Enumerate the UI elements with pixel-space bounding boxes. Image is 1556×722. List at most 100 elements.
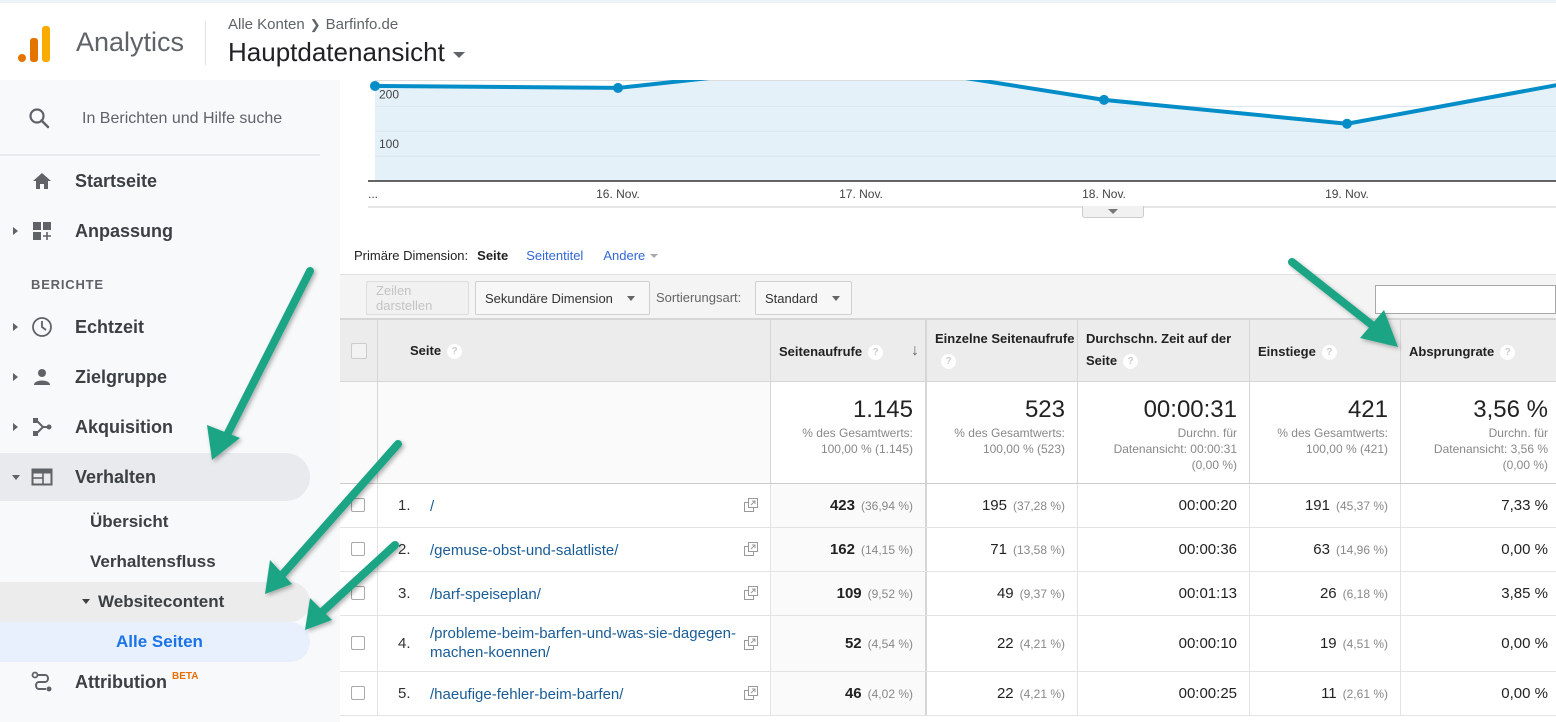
table-row: 3. /barf-speiseplan/109 (9,52 %) 49 (9,37 %)… (340, 572, 1556, 616)
primary-dimension-label: Primäre Dimension: (354, 248, 469, 263)
sidebar-item-label: Echtzeit (75, 316, 145, 337)
sidebar-item-echtzeit[interactable]: Echtzeit (0, 303, 310, 351)
sidebar-item-startseite[interactable]: Startseite (0, 157, 310, 205)
breadcrumb-property[interactable]: Barfinfo.de (326, 16, 399, 33)
breadcrumb-account[interactable]: Alle Konten (228, 16, 305, 33)
sidebar-subitem-alle-seiten[interactable]: Alle Seiten (0, 622, 310, 662)
sidebar-item-akquisition[interactable]: Akquisition (0, 403, 310, 451)
dashboard-add-icon (31, 220, 53, 242)
data-point (1099, 94, 1109, 105)
help-icon[interactable]: ? (868, 345, 884, 361)
sidebar-subitem-websitecontent[interactable]: Websitecontent (0, 582, 310, 622)
sidebar-item-verhalten[interactable]: Verhalten (0, 453, 310, 501)
chevron-right-icon: ❯ (309, 16, 321, 32)
column-header-unique-pageviews[interactable]: Einzelne Seitenaufrufe? (927, 320, 1078, 381)
entrances-cell: 11 (2,61 %) (1321, 685, 1388, 702)
y-tick-label: 100 (379, 137, 399, 151)
x-tick-label: 16. Nov. (596, 187, 640, 201)
breadcrumb[interactable]: Alle Konten ❯ Barfinfo.de (228, 16, 398, 33)
expand-arrow-icon (13, 227, 18, 235)
analytics-logo-icon[interactable] (18, 24, 52, 62)
bounce-rate-cell: 0,00 % (1501, 635, 1548, 652)
pageviews-cell: 162 (14,15 %) (829, 541, 913, 558)
column-label: Seitenaufrufe (779, 344, 863, 359)
primary-dimension-bar: Primäre Dimension: Seite Seitentitel And… (354, 248, 659, 263)
dimension-seitentitel[interactable]: Seitentitel (526, 248, 583, 263)
open-external-icon[interactable] (744, 542, 758, 556)
sidebar-item-label: Anpassung (75, 220, 174, 241)
total-value: 523 (1024, 396, 1065, 423)
open-external-icon[interactable] (744, 686, 758, 700)
sidebar-subitem-verhaltensfluss[interactable]: Verhaltensfluss (90, 552, 216, 572)
search-placeholder[interactable]: In Berichten und Hilfe suche (82, 110, 282, 128)
sort-type-dropdown[interactable]: Standard (755, 281, 852, 315)
sidebar-item-label: Akquisition (75, 416, 173, 437)
help-icon[interactable]: ? (447, 344, 463, 360)
row-checkbox[interactable] (351, 686, 365, 700)
unique-pageviews-cell: 22 (4,21 %) (996, 635, 1065, 652)
column-header-pageviews[interactable]: Seitenaufrufe? ↓ (771, 320, 927, 381)
help-icon[interactable]: ? (1500, 345, 1516, 361)
help-icon[interactable]: ? (941, 354, 956, 370)
analytics-app: Analytics Alle Konten ❯ Barfinfo.de Haup… (0, 0, 1556, 722)
row-checkbox[interactable] (351, 498, 365, 512)
unique-pageviews-cell: 195 (37,28 %) (981, 497, 1065, 514)
table-row: 2. /gemuse-obst-und-salatliste/162 (14,15 … (340, 528, 1556, 572)
sidebar-item-attribution[interactable]: Attribution BETA (0, 658, 310, 706)
sidebar-item-zielgruppe[interactable]: Zielgruppe (0, 353, 310, 401)
row-checkbox[interactable] (351, 586, 365, 600)
row-number: 1. (398, 497, 411, 514)
avg-time-cell: 00:00:25 (1178, 685, 1237, 702)
column-label: Seite (410, 343, 442, 358)
secondary-dimension-label: Sekundäre Dimension (485, 290, 613, 306)
sort-descending-icon[interactable]: ↓ (911, 342, 919, 360)
person-icon (31, 366, 53, 388)
avg-time-cell: 00:00:36 (1178, 541, 1237, 558)
select-all-checkbox[interactable] (351, 343, 367, 359)
beta-badge: BETA (171, 670, 199, 682)
table-row: 4. /probleme-beim-barfen-und-was-sie-dage… (340, 616, 1556, 672)
total-subtext: Durchn. für Datenansicht: 00:00:31 (0,00… (1113, 426, 1237, 472)
collapse-arrow-icon (82, 599, 90, 604)
open-external-icon[interactable] (744, 586, 758, 600)
sidebar-item-anpassung[interactable]: Anpassung (0, 207, 310, 255)
page-path-link[interactable]: / (430, 497, 740, 516)
dimension-seite[interactable]: Seite (477, 248, 508, 263)
unique-pageviews-cell: 22 (4,21 %) (996, 685, 1065, 702)
open-external-icon[interactable] (744, 498, 758, 512)
total-subtext: % des Gesamtwerts: 100,00 % (523) (954, 426, 1065, 456)
column-header-avg-time[interactable]: Durchschn. Zeit auf der Seite? (1078, 320, 1250, 381)
pageviews-line-chart[interactable]: 100 200... 16. Nov. 17. Nov. 18. Nov. 19. Nov… (340, 80, 1556, 210)
column-header-entrances[interactable]: Einstiege? (1250, 320, 1401, 381)
sidebar-subitem-uebersicht[interactable]: Übersicht (90, 512, 168, 532)
pageviews-cell: 423 (36,94 %) (829, 497, 913, 514)
clock-icon (31, 316, 53, 338)
view-selector[interactable]: Hauptdatenansicht (228, 37, 465, 68)
caret-down-icon (1108, 209, 1118, 214)
total-avg-time: 00:00:31 Durchn. für Datenansicht: 00:00… (1078, 382, 1250, 483)
dimension-andere-dropdown[interactable]: Andere (603, 248, 659, 263)
row-checkbox[interactable] (351, 542, 365, 556)
row-checkbox[interactable] (351, 636, 365, 650)
column-header-bounce-rate[interactable]: Absprungrate? (1401, 320, 1556, 381)
sidebar-search[interactable]: In Berichten und Hilfe suche (0, 80, 320, 156)
page-path-link[interactable]: /probleme-beim-barfen-und-was-sie-dagege… (430, 624, 740, 662)
page-path-link[interactable]: /gemuse-obst-und-salatliste/ (430, 541, 740, 560)
page-path-link[interactable]: /barf-speiseplan/ (430, 585, 740, 604)
search-icon (28, 107, 50, 134)
total-subtext: % des Gesamtwerts: 100,00 % (1.145) (802, 426, 913, 456)
sidebar-subitem-label: Alle Seiten (116, 632, 203, 651)
total-entrances: 421 % des Gesamtwerts: 100,00 % (421) (1250, 382, 1401, 483)
column-header-page[interactable]: Seite? (378, 320, 771, 381)
sidebar-subitem-label: Websitecontent (98, 592, 225, 611)
open-external-icon[interactable] (744, 636, 758, 650)
secondary-dimension-dropdown[interactable]: Sekundäre Dimension (475, 281, 650, 315)
chart-collapse-button[interactable] (1082, 206, 1144, 218)
help-icon[interactable]: ? (1123, 354, 1139, 370)
page-path-link[interactable]: /haeufige-fehler-beim-barfen/ (430, 685, 740, 704)
help-icon[interactable]: ? (1321, 345, 1337, 361)
plot-rows-button[interactable]: Zeilen darstellen (366, 281, 469, 315)
bounce-rate-cell: 0,00 % (1501, 685, 1548, 702)
x-tick-label: ... (368, 187, 378, 201)
table-search-input[interactable] (1375, 285, 1556, 314)
